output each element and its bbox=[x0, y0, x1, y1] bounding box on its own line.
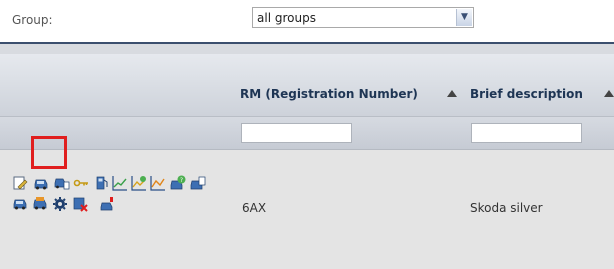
group-select[interactable]: all groups ▼ bbox=[252, 7, 474, 28]
row-actions: ? bbox=[12, 175, 232, 235]
delete-icon[interactable] bbox=[72, 196, 88, 212]
drive-chart-icon[interactable] bbox=[150, 175, 166, 191]
car-blue-icon[interactable] bbox=[12, 196, 28, 212]
group-label: Group: bbox=[12, 13, 53, 27]
column-header-rm[interactable]: RM (Registration Number) bbox=[240, 87, 418, 101]
car-print-icon[interactable] bbox=[190, 175, 206, 191]
car-pin-icon[interactable] bbox=[100, 196, 116, 212]
filter-rm-input[interactable] bbox=[241, 123, 352, 143]
cell-rm: 6AX bbox=[242, 201, 267, 215]
car-info-icon[interactable]: ? bbox=[170, 175, 186, 191]
group-select-value: all groups bbox=[257, 11, 316, 25]
car-detail-icon[interactable] bbox=[54, 175, 70, 191]
chevron-down-icon[interactable]: ▼ bbox=[456, 9, 472, 26]
highlight-box bbox=[31, 136, 67, 169]
key-icon[interactable] bbox=[73, 175, 89, 191]
fuel-icon[interactable] bbox=[94, 175, 110, 191]
cell-description: Skoda silver bbox=[470, 201, 543, 215]
table-header-strip bbox=[0, 44, 614, 54]
filter-row bbox=[0, 117, 614, 150]
table-row[interactable]: ? 6AX Skoda silver bbox=[0, 150, 614, 269]
group-filter-bar: Group: all groups ▼ bbox=[0, 0, 614, 42]
vehicle-table: RM (Registration Number) Brief descripti… bbox=[0, 42, 614, 269]
edit-icon[interactable] bbox=[12, 175, 28, 191]
car-orange-icon[interactable] bbox=[32, 196, 48, 212]
sort-rm-icon[interactable] bbox=[447, 90, 457, 97]
gear-icon[interactable] bbox=[52, 196, 68, 212]
svg-text:?: ? bbox=[180, 177, 183, 184]
trip-chart-icon[interactable] bbox=[131, 175, 147, 191]
chart-icon[interactable] bbox=[112, 175, 128, 191]
filter-description-input[interactable] bbox=[471, 123, 582, 143]
sort-description-icon[interactable] bbox=[604, 90, 614, 97]
car-icon[interactable] bbox=[33, 175, 49, 191]
column-header-description[interactable]: Brief description bbox=[470, 87, 583, 101]
table-header: RM (Registration Number) Brief descripti… bbox=[0, 54, 614, 117]
